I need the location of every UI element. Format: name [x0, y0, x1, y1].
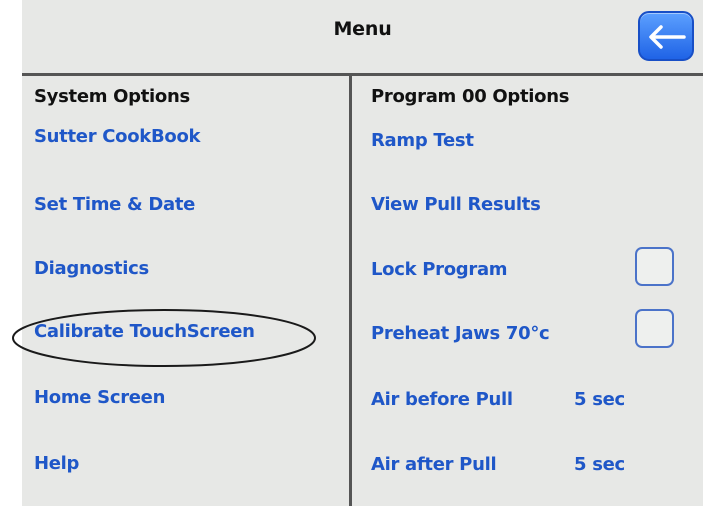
lock-program-checkbox[interactable]: [635, 247, 674, 286]
highlight-ellipse: [12, 309, 316, 367]
preheat-jaws-label[interactable]: Preheat Jaws 70°c: [371, 323, 550, 344]
header-divider: [22, 73, 703, 76]
sutter-cookbook-link[interactable]: Sutter CookBook: [34, 126, 200, 147]
system-options-heading: System Options: [34, 86, 190, 107]
menu-header: Menu: [22, 0, 703, 72]
back-button[interactable]: [638, 11, 694, 61]
ramp-test-link[interactable]: Ramp Test: [371, 130, 474, 151]
diagnostics-link[interactable]: Diagnostics: [34, 258, 149, 279]
program-options-heading: Program 00 Options: [371, 86, 570, 107]
arrow-left-icon: [649, 25, 686, 49]
help-link[interactable]: Help: [34, 453, 79, 474]
air-before-pull-value[interactable]: 5 sec: [574, 389, 625, 410]
home-screen-link[interactable]: Home Screen: [34, 387, 165, 408]
column-divider: [349, 74, 352, 506]
lock-program-label[interactable]: Lock Program: [371, 259, 508, 280]
set-time-date-link[interactable]: Set Time & Date: [34, 194, 195, 215]
menu-screen: Menu System Options Sutter CookBook Set …: [12, 0, 703, 506]
page-title: Menu: [333, 18, 392, 40]
preheat-jaws-checkbox[interactable]: [635, 309, 674, 348]
view-pull-results-link[interactable]: View Pull Results: [371, 194, 541, 215]
air-after-pull-value[interactable]: 5 sec: [574, 454, 625, 475]
air-before-pull-label[interactable]: Air before Pull: [371, 389, 513, 410]
air-after-pull-label[interactable]: Air after Pull: [371, 454, 497, 475]
